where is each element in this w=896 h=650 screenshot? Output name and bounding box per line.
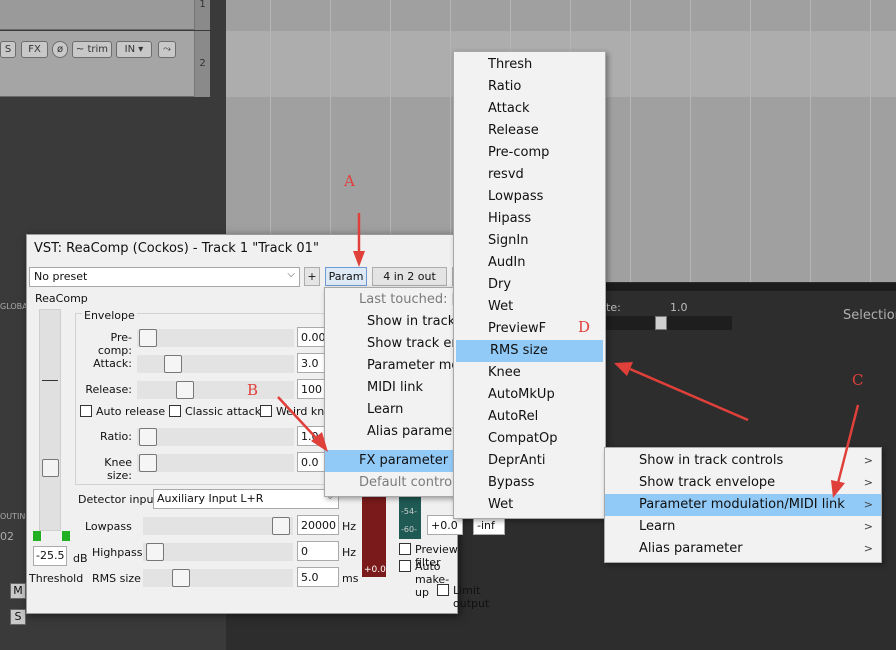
annotation-arrow-b (277, 396, 319, 441)
annotation-arrows (277, 213, 860, 498)
annotation-label-a: A (344, 172, 355, 190)
annotation-arrow-c (836, 404, 860, 484)
annotation-label-d: D (578, 318, 591, 336)
annotation-label-b: B (247, 381, 259, 399)
annotation-label-c: C (852, 371, 864, 389)
annotation-arrow-d (629, 367, 749, 422)
